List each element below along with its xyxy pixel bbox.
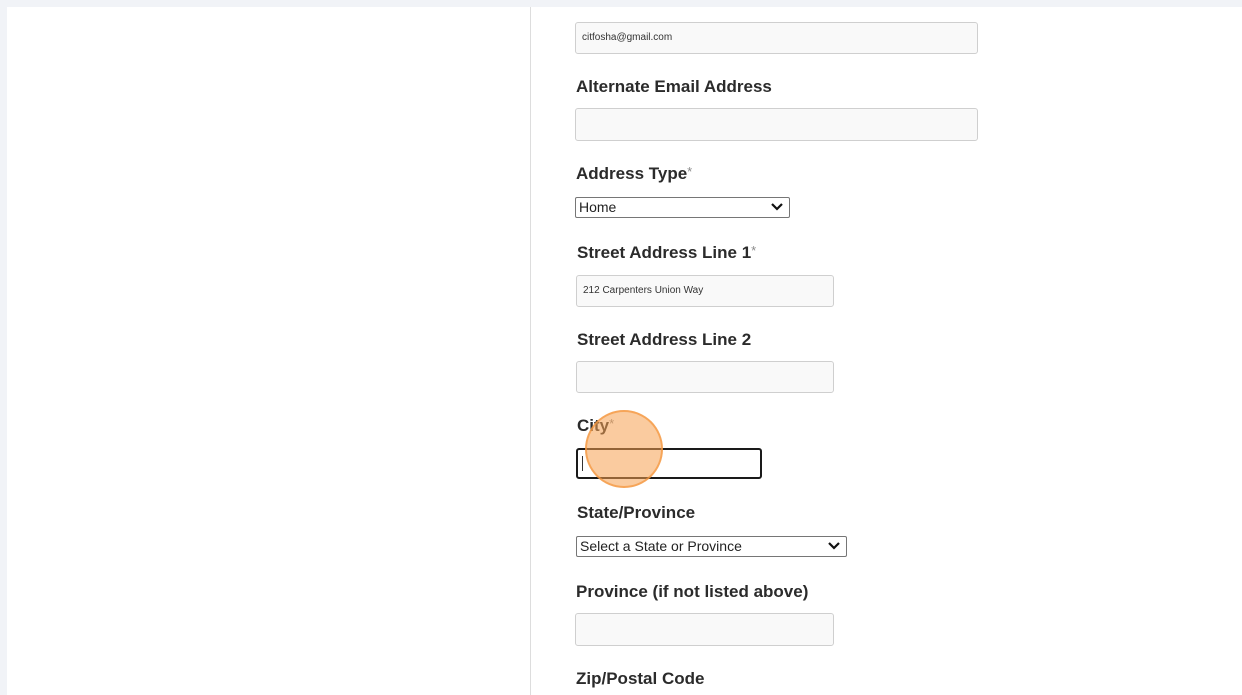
street-address-1-field[interactable]: 212 Carpenters Union Way — [576, 275, 834, 307]
page: citfosha@gmail.com Alternate Email Addre… — [0, 0, 1242, 695]
zip-postal-code-label: Zip/Postal Code — [576, 669, 705, 688]
alternate-email-field[interactable] — [575, 108, 978, 141]
province-other-label: Province (if not listed above) — [576, 582, 809, 601]
state-province-select[interactable]: Select a State or Province — [576, 536, 847, 557]
street-address-1-label: Street Address Line 1* — [577, 243, 757, 262]
chevron-down-icon — [771, 203, 783, 211]
alternate-email-label: Alternate Email Address — [576, 77, 772, 96]
street-address-1-value: 212 Carpenters Union Way — [583, 285, 704, 296]
province-other-field[interactable] — [575, 613, 834, 646]
city-label: City* — [577, 416, 615, 435]
city-field[interactable] — [576, 448, 762, 479]
text-caret — [582, 456, 583, 471]
required-marker: * — [609, 416, 615, 431]
address-type-selected: Home — [579, 199, 617, 215]
street-address-2-label: Street Address Line 2 — [577, 330, 752, 349]
chevron-down-icon — [828, 542, 840, 550]
email-field[interactable]: citfosha@gmail.com — [575, 22, 978, 54]
email-field-value: citfosha@gmail.com — [582, 32, 673, 43]
address-type-label: Address Type* — [576, 164, 693, 183]
required-marker: * — [751, 243, 757, 258]
state-province-selected: Select a State or Province — [580, 538, 742, 554]
street-address-2-field[interactable] — [576, 361, 834, 393]
column-divider — [530, 7, 531, 695]
address-type-select[interactable]: Home — [575, 197, 790, 218]
state-province-label: State/Province — [577, 503, 696, 522]
required-marker: * — [687, 164, 693, 179]
